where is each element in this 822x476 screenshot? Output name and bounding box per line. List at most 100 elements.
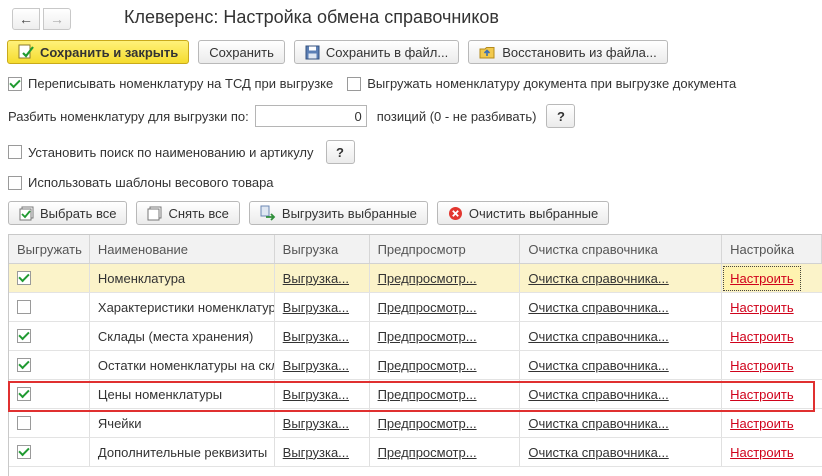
weight-template-checkbox[interactable] [8, 175, 22, 190]
save-check-icon [18, 44, 34, 60]
preview-link[interactable]: Предпросмотр... [378, 300, 477, 315]
export-link[interactable]: Выгрузка... [283, 416, 349, 431]
row-export-checkbox[interactable] [17, 387, 31, 401]
clear-red-icon [448, 206, 463, 221]
clear-catalog-link[interactable]: Очистка справочника... [528, 271, 668, 286]
export-link[interactable]: Выгрузка... [283, 387, 349, 402]
forward-button[interactable]: → [43, 8, 71, 30]
preview-link[interactable]: Предпросмотр... [378, 358, 477, 373]
search-help-button[interactable]: ? [325, 140, 355, 164]
clear-selected-label: Очистить выбранные [468, 205, 599, 221]
row-export-checkbox[interactable] [17, 329, 31, 343]
deselect-all-icon [147, 206, 162, 221]
select-all-label: Выбрать все [40, 205, 117, 221]
table-row[interactable]: Дополнительные реквизиты Выгрузка... Пре… [9, 438, 822, 467]
settings-link[interactable]: Настроить [730, 300, 794, 315]
settings-link[interactable]: Настроить [730, 387, 794, 402]
col-header-name[interactable]: Наименование [90, 235, 275, 263]
deselect-all-button[interactable]: Снять все [136, 201, 240, 225]
preview-link[interactable]: Предпросмотр... [378, 445, 477, 460]
option-row-weight: Использовать шаблоны весового товара [8, 175, 274, 190]
table-row[interactable]: Склады (места хранения) Выгрузка... Пред… [9, 322, 822, 351]
clear-catalog-link[interactable]: Очистка справочника... [528, 416, 668, 431]
save-to-file-button[interactable]: Сохранить в файл... [293, 40, 460, 64]
option-row-overwrite: Переписывать номенклатуру на ТСД при выг… [8, 76, 736, 91]
restore-from-file-button[interactable]: Восстановить из файла... [468, 40, 668, 64]
option-row-split: Разбить номенклатуру для выгрузки по: по… [8, 104, 576, 128]
export-selected-button[interactable]: Выгрузить выбранные [248, 201, 428, 225]
split-label: Разбить номенклатуру для выгрузки по: [8, 108, 249, 124]
arrow-right-icon: → [50, 11, 64, 27]
table-row[interactable]: Остатки номенклатуры на складах Выгрузка… [9, 351, 822, 380]
save-to-file-label: Сохранить в файл... [325, 44, 449, 60]
weight-template-label: Использовать шаблоны весового товара [28, 175, 274, 190]
col-header-export-flag[interactable]: Выгружать [9, 235, 90, 263]
save-button[interactable]: Сохранить [198, 40, 285, 64]
row-export-checkbox[interactable] [17, 300, 31, 314]
export-link[interactable]: Выгрузка... [283, 358, 349, 373]
table-header: Выгружать Наименование Выгрузка Предпрос… [9, 235, 822, 264]
option-row-search: Установить поиск по наименованию и артик… [8, 140, 355, 164]
table-toolbar: Выбрать все Снять все Выгрузить выбранны… [8, 201, 618, 225]
row-name: Характеристики номенклатуры [90, 293, 275, 321]
table-row[interactable]: Номенклатура Выгрузка... Предпросмотр...… [9, 264, 822, 293]
preview-link[interactable]: Предпросмотр... [378, 387, 477, 402]
row-name: Остатки номенклатуры на складах [90, 351, 275, 379]
settings-link[interactable]: Настроить [730, 358, 794, 373]
page-title: Клеверенс: Настройка обмена справочников [124, 7, 499, 27]
clear-catalog-link[interactable]: Очистка справочника... [528, 358, 668, 373]
title-bar: ← → Клеверенс: Настройка обмена справочн… [0, 0, 822, 38]
save-label: Сохранить [209, 44, 274, 60]
floppy-disk-icon [305, 45, 320, 60]
table-row[interactable]: Цены номенклатуры Выгрузка... Предпросмо… [9, 380, 822, 409]
row-name: Склады (места хранения) [90, 322, 275, 350]
save-and-close-button[interactable]: Сохранить и закрыть [7, 40, 190, 64]
form-toolbar: Сохранить и закрыть Сохранить Сохранить … [7, 40, 677, 64]
clear-catalog-link[interactable]: Очистка справочника... [528, 300, 668, 315]
clear-selected-button[interactable]: Очистить выбранные [436, 201, 610, 225]
split-suffix: позиций (0 - не разбивать) [376, 108, 537, 124]
split-count-input[interactable] [254, 105, 367, 127]
col-header-settings[interactable]: Настройка [722, 235, 822, 263]
col-header-clear[interactable]: Очистка справочника [520, 235, 723, 263]
search-checkbox[interactable] [8, 145, 22, 159]
row-name: Цены номенклатуры [90, 380, 275, 408]
clear-catalog-link[interactable]: Очистка справочника... [528, 445, 668, 460]
table-row[interactable]: Ячейки Выгрузка... Предпросмотр... Очист… [9, 409, 822, 438]
export-link[interactable]: Выгрузка... [283, 271, 349, 286]
row-export-checkbox[interactable] [17, 445, 31, 459]
col-header-export[interactable]: Выгрузка [275, 235, 370, 263]
export-link[interactable]: Выгрузка... [283, 300, 349, 315]
col-header-preview[interactable]: Предпросмотр [370, 235, 521, 263]
arrow-left-icon: ← [19, 11, 33, 27]
export-link[interactable]: Выгрузка... [283, 445, 349, 460]
settings-link[interactable]: Настроить [730, 416, 794, 431]
settings-link[interactable]: Настроить [730, 329, 794, 344]
table-row[interactable]: Характеристики номенклатуры Выгрузка... … [9, 293, 822, 322]
overwrite-checkbox[interactable] [8, 76, 22, 91]
row-export-checkbox[interactable] [17, 416, 31, 430]
row-export-checkbox[interactable] [17, 271, 31, 285]
folder-restore-icon [479, 45, 496, 60]
clear-catalog-link[interactable]: Очистка справочника... [528, 329, 668, 344]
row-export-checkbox[interactable] [17, 358, 31, 372]
preview-link[interactable]: Предпросмотр... [378, 329, 477, 344]
deselect-all-label: Снять все [168, 205, 229, 221]
split-help-button[interactable]: ? [546, 104, 576, 128]
row-name: Дополнительные реквизиты [90, 438, 275, 466]
overwrite-label: Переписывать номенклатуру на ТСД при выг… [28, 76, 334, 91]
export-selected-label: Выгрузить выбранные [281, 205, 417, 221]
select-all-icon [19, 206, 34, 221]
restore-from-file-label: Восстановить из файла... [502, 44, 657, 60]
export-doc-label: Выгружать номенклатуру документа при выг… [367, 76, 737, 91]
settings-link[interactable]: Настроить [723, 265, 801, 291]
select-all-button[interactable]: Выбрать все [8, 201, 128, 225]
back-button[interactable]: ← [12, 8, 40, 30]
preview-link[interactable]: Предпросмотр... [378, 416, 477, 431]
preview-link[interactable]: Предпросмотр... [378, 271, 477, 286]
row-name: Номенклатура [90, 264, 275, 292]
export-doc-checkbox[interactable] [347, 76, 362, 91]
export-link[interactable]: Выгрузка... [283, 329, 349, 344]
clear-catalog-link[interactable]: Очистка справочника... [528, 387, 668, 402]
settings-link[interactable]: Настроить [730, 445, 794, 460]
